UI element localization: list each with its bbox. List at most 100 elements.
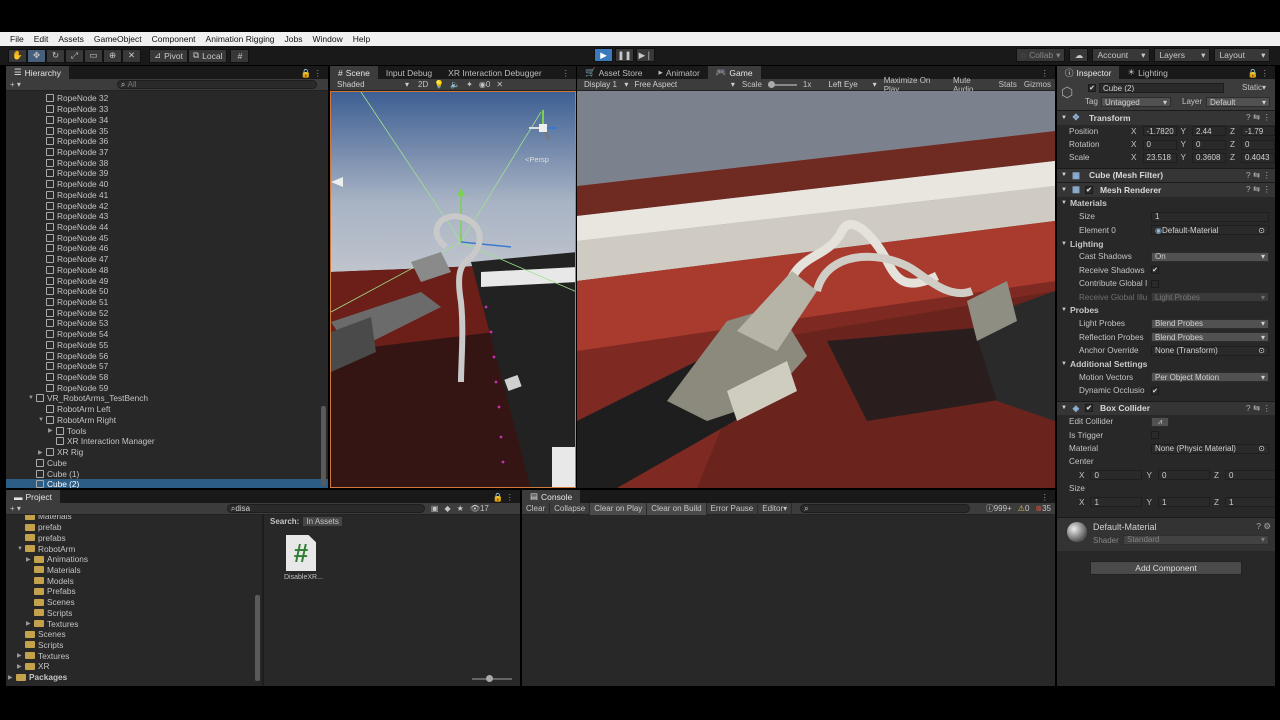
hierarchy-item[interactable]: XR Interaction Manager [6,436,328,447]
pivot-button[interactable]: ⊿ Pivot [149,48,189,63]
project-tree-scrollbar[interactable] [255,595,260,681]
property-dropdown[interactable]: On ▾ [1151,251,1269,262]
section-header[interactable]: ▼ Materials [1057,197,1275,210]
menu-item-edit[interactable]: Edit [34,34,49,44]
hierarchy-item[interactable]: Cube [6,457,328,468]
eye-dropdown[interactable]: Left Eye ▾ [825,80,879,90]
layers-dropdown[interactable]: Layers ▾ [1154,48,1211,62]
material-object-field[interactable]: ◉Default-Material ⊙ [1151,225,1269,236]
tools-icon[interactable]: ✕ [496,80,503,89]
hierarchy-item[interactable]: RopeNode 36 [6,136,328,147]
center-cz-field[interactable]: 0 [1224,470,1275,481]
active-checkbox[interactable]: ✔ [1088,84,1096,92]
hierarchy-item[interactable]: RopeNode 47 [6,254,328,265]
scale-slider[interactable] [767,80,797,88]
folder-item[interactable]: Materials [6,515,262,522]
move-tool-icon[interactable]: ✥ [27,48,46,63]
light-icon[interactable]: 💡 [434,80,444,89]
edit-collider-button[interactable]: ⩘ [1151,416,1169,427]
size-sx-field[interactable]: 1 [1090,497,1143,508]
panel-menu-icon[interactable]: ⋮ [562,68,577,79]
scene-viewport[interactable]: <Persp [330,91,576,488]
hierarchy-item[interactable]: RopeNode 49 [6,275,328,286]
component-menu-icon[interactable]: ? ⇆ ⋮ [1246,170,1275,181]
folder-item[interactable]: prefab [6,522,262,533]
hierarchy-item[interactable]: RopeNode 53 [6,318,328,329]
static-dropdown[interactable]: Static▾ [1242,83,1266,92]
hierarchy-item[interactable]: Cube (1) [6,468,328,479]
console-clear-on-play-button[interactable]: Clear on Play [590,502,648,515]
axis-y-field[interactable]: 0 [1191,139,1226,150]
folder-item[interactable]: Scenes [6,629,262,640]
component-header[interactable]: ▼ ◈ ✔ Box Collider ? ⇆ ⋮ [1057,400,1275,416]
console-editor-button[interactable]: Editor ▾ [758,502,793,515]
filter-label-icon[interactable]: ◆ [444,504,450,513]
axis-x-field[interactable]: 0 [1142,139,1177,150]
folder-item[interactable]: Prefabs [6,586,262,597]
scale-tool-icon[interactable]: ⤢ [65,48,84,63]
axis-x-field[interactable]: -1.7820 [1142,126,1177,137]
grid-snap-button[interactable]: # [230,48,250,63]
favorite-icon[interactable]: ★ [457,504,464,513]
property-checkbox[interactable] [1151,279,1159,288]
chevron-down-icon[interactable]: ▼ [1061,405,1067,411]
folder-item[interactable]: ▶ XR [6,661,262,672]
chevron-right-icon[interactable]: ▶ [17,663,25,670]
object-name-field[interactable]: Cube (2) [1099,83,1224,93]
tab-console[interactable]: ▤ Console [522,490,581,503]
chevron-right-icon[interactable]: ▶ [26,620,34,627]
material-preview-block[interactable]: Default-Material Shader Standard ▾ ? ⚙ [1057,516,1275,551]
folder-item[interactable]: Models [6,575,262,586]
hierarchy-item[interactable]: RopeNode 32 [6,93,328,104]
tab-project[interactable]: ▬ Project [6,490,60,503]
chevron-down-icon[interactable]: ▼ [17,546,25,552]
menu-item-help[interactable]: Help [353,34,370,44]
hierarchy-item[interactable]: RopeNode 45 [6,232,328,243]
hierarchy-item[interactable]: RopeNode 51 [6,297,328,308]
folder-item[interactable]: Scripts [6,607,262,618]
section-header[interactable]: ▼ Additional Settings [1057,357,1275,370]
hierarchy-item[interactable]: RobotArm Left [6,404,328,415]
chevron-right-icon[interactable]: ▶ [26,556,34,563]
console-clear-button[interactable]: Clear [522,502,551,515]
chevron-down-icon[interactable]: ▼ [38,417,46,423]
folder-item[interactable]: ▼ RobotArm [6,543,262,554]
folder-item[interactable]: ▶ Packages [6,672,262,683]
folder-item[interactable]: ▶ Animations [6,554,262,565]
hierarchy-item[interactable]: RopeNode 33 [6,104,328,115]
hierarchy-item[interactable]: RopeNode 48 [6,265,328,276]
cloud-button[interactable]: ☁ [1069,48,1089,62]
hierarchy-item[interactable]: ▶ Tools [6,425,328,436]
panel-menu-icon[interactable]: ⋮ [1041,68,1056,79]
axis-y-field[interactable]: 2.44 [1191,126,1226,137]
hierarchy-item[interactable]: RopeNode 50 [6,286,328,297]
tab-input-debug[interactable]: Input Debug [378,66,440,79]
hierarchy-item[interactable]: RopeNode 44 [6,222,328,233]
center-cx-field[interactable]: 0 [1090,470,1143,481]
object-picker-icon[interactable]: ⊙ [1258,226,1265,234]
hierarchy-item[interactable]: ▼ VR_RobotArms_TestBench [6,393,328,404]
tab-inspector[interactable]: ⓘ Inspector [1057,66,1120,79]
component-header[interactable]: ▼ ▦ Cube (Mesh Filter) ? ⇆ ⋮ [1057,167,1275,183]
add-button[interactable]: + ▾ [10,504,21,513]
hierarchy-item[interactable]: RopeNode 35 [6,125,328,136]
folder-item[interactable]: ▶ Textures [6,650,262,661]
property-dropdown[interactable]: Light Probes ▾ [1151,292,1269,303]
object-picker-icon[interactable]: ⊙ [1258,347,1265,355]
hierarchy-item[interactable]: RopeNode 37 [6,147,328,158]
menu-item-file[interactable]: File [10,34,24,44]
size-sy-field[interactable]: 1 [1157,497,1210,508]
tab-hierarchy[interactable]: ☰ Hierarchy [6,66,69,79]
hierarchy-item[interactable]: RopeNode 42 [6,200,328,211]
hierarchy-item[interactable]: Cube (2) [6,478,328,488]
rotate-tool-icon[interactable]: ↻ [46,48,65,63]
hierarchy-search-input[interactable]: ⌕ All [116,80,317,89]
layer-dropdown[interactable]: Default ▾ [1206,97,1270,107]
tab-animator[interactable]: ▸ Animator [651,66,708,79]
play-button[interactable]: ▶ [594,48,613,62]
error-toggle[interactable]: ⊗35 [1035,504,1051,513]
chevron-right-icon[interactable]: ▶ [8,674,16,681]
chevron-down-icon[interactable]: ▼ [28,395,36,401]
icon-size-thumb[interactable] [486,675,493,682]
folder-item[interactable]: ▶ Textures [6,618,262,629]
